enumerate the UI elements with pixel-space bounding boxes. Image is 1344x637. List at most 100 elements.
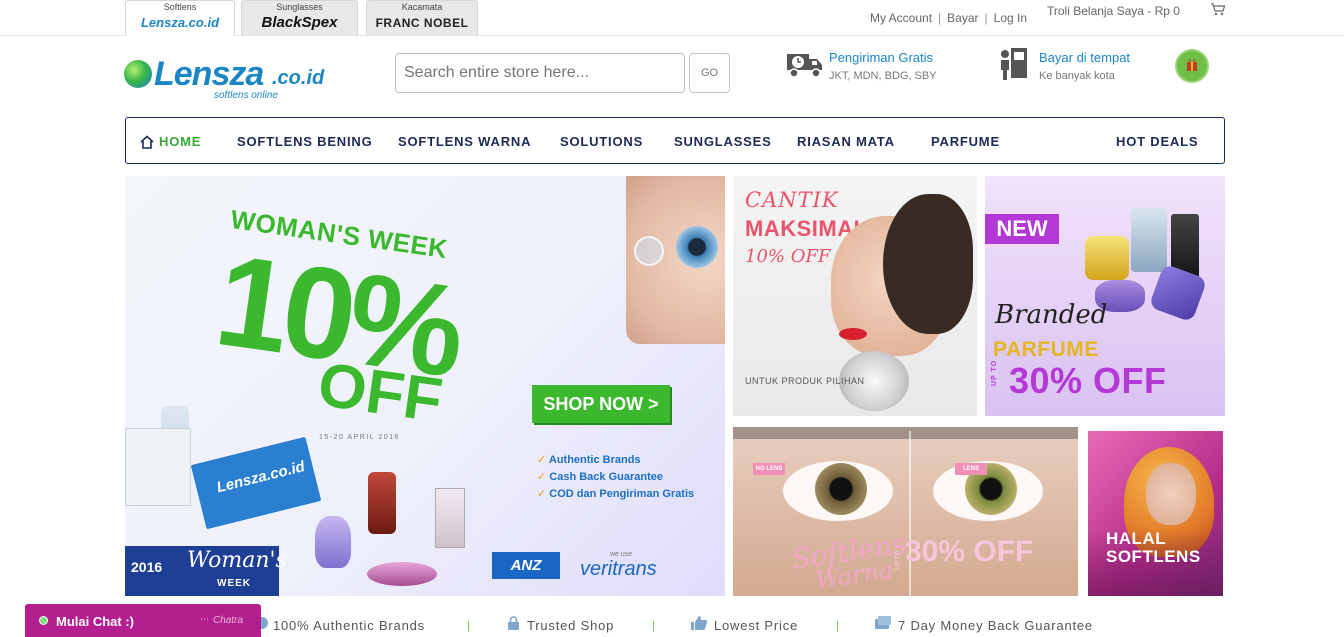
contact-lens-shape [634,236,664,266]
free-shipping-title[interactable]: Pengiriman Gratis [829,50,933,65]
halal-softlens-banner[interactable]: HALAL SOFTLENS [1088,431,1223,596]
chat-label: Mulai Chat :) [56,614,134,629]
perfume-pink-bottle [435,488,465,548]
badge-script: Woman's [187,548,287,573]
promo-dates: 15-20 APRIL 2016 [319,434,400,441]
gift-icon[interactable] [1175,49,1209,83]
thumbs-up-icon [691,616,708,630]
check-icon: ✓ [537,454,549,466]
cantik-line3: 10% OFF [745,246,831,267]
check-icon: ✓ [537,488,550,500]
badge-week: WEEK [217,578,251,589]
money-back-icon [875,616,891,629]
store-tab-franc-nobel[interactable]: Kacamata FRANC NOBEL [366,0,478,35]
check-icon: ✓ [537,471,550,483]
cash-register-icon [1001,48,1027,80]
anz-logo: ANZ [492,552,560,579]
store-tab-caption: Softlens [163,2,197,12]
parfume-line2: PARFUME [993,338,1099,361]
truck-icon [787,54,822,78]
benefit-label: Authentic Brands [548,454,641,466]
nav-item-home[interactable]: HOME [159,134,201,149]
store-tab-caption: Kacamata [401,2,443,12]
model-hair [883,194,973,334]
iris-left [815,463,867,515]
search-go-button[interactable]: GO [689,53,730,93]
nav-item-sunglasses[interactable]: SUNGLASSES [674,134,772,149]
logo-word: Lensza [154,55,264,93]
store-tab-caption: Sunglasses [276,2,323,12]
branded-parfume-banner[interactable]: NEW Branded PARFUME UP TO 30% OFF [985,176,1225,416]
nav-item-hot-deals[interactable]: HOT DEALS [1116,134,1198,149]
main-nav: HOME SOFTLENS BENING SOFTLENS WARNA SOLU… [125,117,1225,164]
parfume-discount: 30% OFF [1009,360,1167,401]
gift-glyph-icon [1187,59,1197,71]
no-lens-tag: NO LENS [753,463,785,475]
feature-trusted: Trusted Shop [527,618,615,633]
we-use-label: we use [610,551,633,558]
perfume-lolita [315,516,351,568]
benefit-item: ✓ COD dan Pengiriman Gratis [537,486,694,503]
benefit-item: ✓ Cash Back Guarantee [537,469,694,486]
womans-week-badge: 2016 Woman's WEEK [125,546,287,596]
feature-separator: | [836,620,839,632]
perfume-lying [367,562,437,586]
top-strip: Softlens Lensza.co.id Sunglasses BlackSp… [0,0,1344,36]
feature-money-back: 7 Day Money Back Guarantee [898,618,1093,633]
shop-now-button[interactable]: SHOP NOW > [532,385,670,423]
site-logo[interactable]: Lensza .co.id softlens online [124,54,334,104]
lens-box-white [125,428,191,506]
brow-shade [733,427,1078,439]
feature-authentic: 100% Authentic Brands [273,618,425,633]
login-link[interactable]: Log In [994,11,1027,25]
chat-widget-button[interactable]: Mulai Chat :) ⋯ Chatra [25,604,261,637]
nav-item-softlens-warna[interactable]: SOFTLENS WARNA [398,134,531,149]
link-separator: | [984,11,988,25]
lock-icon [508,616,519,630]
search-input[interactable] [395,53,685,93]
cart-summary[interactable]: Troli Belanja Saya - Rp 0 [1047,4,1180,18]
benefit-label: Cash Back Guarantee [549,471,663,483]
feature-separator: | [467,620,470,632]
cod-title[interactable]: Bayar di tempat [1039,50,1130,65]
halal-line1: HALAL [1106,529,1167,548]
bayar-link[interactable]: Bayar [947,11,978,25]
lens-tag: LENS [955,463,987,475]
nav-item-parfume[interactable]: PARFUME [931,134,1000,149]
nav-item-riasan-mata[interactable]: RIASAN MATA [797,134,895,149]
account-links: My Account | Bayar | Log In [870,11,1027,25]
link-separator: | [938,11,942,25]
perfume-gold [1085,236,1129,280]
free-shipping-cities: JKT, MDN, BDG, SBY [829,70,937,82]
softlens-upto: UP TO [895,550,901,569]
womans-week-banner[interactable]: WOMAN'S WEEK 10% OFF SHOP NOW > 15-20 AP… [125,176,725,596]
nav-item-softlens-bening[interactable]: SOFTLENS BENING [237,134,373,149]
logo-tagline: softlens online [214,90,278,101]
veritrans-logo: veritrans [580,558,657,580]
store-tab-lensza[interactable]: Softlens Lensza.co.id [125,0,235,36]
parfume-line1: Branded [995,300,1108,330]
cantik-note: UNTUK PRODUK PILIHAN [745,376,865,386]
lensza-box-label: Lensza.co.id [215,458,307,497]
softlens-discount: 30% OFF [905,535,1034,568]
new-badge: NEW [985,214,1059,244]
home-icon[interactable] [140,135,154,149]
feature-lowest-price: Lowest Price [714,618,799,633]
softlens-warna-banner[interactable]: NO LENS LENS Softlens Warna UP TO 30% OF… [733,427,1078,596]
eye-photo [626,176,725,344]
lensza-box: Lensza.co.id [190,436,322,530]
store-tab-blackspex[interactable]: Sunglasses BlackSpex [241,0,358,35]
chat-dots-icon: ⋯ [200,614,209,624]
off-text: OFF [313,350,447,436]
cart-icon[interactable] [1210,2,1226,16]
nav-item-solutions[interactable]: SOLUTIONS [560,134,643,149]
store-tab-brand: BlackSpex [261,14,338,31]
parfume-upto: UP TO [991,359,998,386]
logo-tld: .co.id [272,67,325,89]
my-account-link[interactable]: My Account [870,11,932,25]
cantik-maksimal-banner[interactable]: CANTIK MAKSIMAL 10% OFF UNTUK PRODUK PIL… [733,176,977,416]
badge-year: 2016 [131,559,163,575]
benefit-label: COD dan Pengiriman Gratis [549,488,695,500]
cod-subtitle: Ke banyak kota [1039,70,1115,82]
feature-separator: | [652,620,655,632]
